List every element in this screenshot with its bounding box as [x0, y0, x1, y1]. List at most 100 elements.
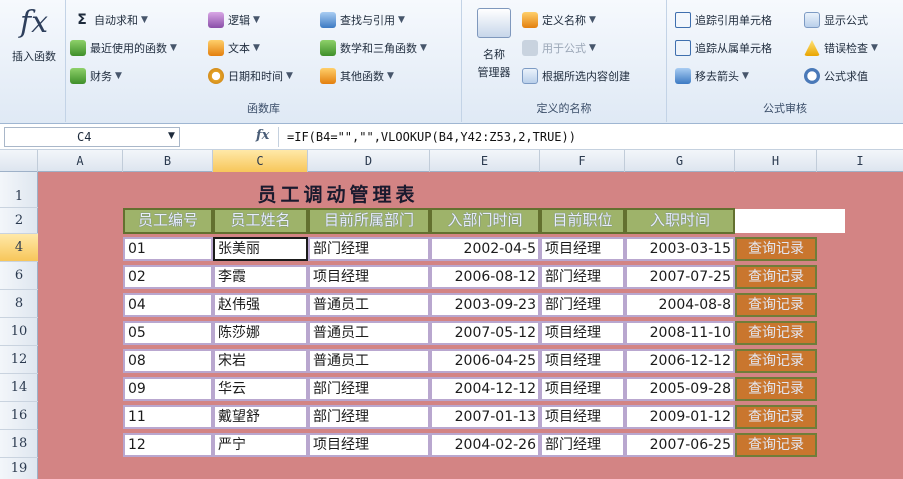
autosum-button[interactable]: Σ 自动求和 ▼ — [74, 12, 148, 28]
cell-current-position[interactable]: 项目经理 — [540, 349, 625, 373]
column-header[interactable]: A — [38, 150, 123, 172]
cell-hire-date[interactable]: 2009-01-12 — [625, 405, 735, 429]
query-record-link[interactable]: 查询记录 — [735, 321, 817, 345]
trace-dependents-button[interactable]: 追踪从属单元格 — [675, 40, 772, 56]
cell-hire-date[interactable]: 2007-06-25 — [625, 433, 735, 457]
more-functions-button[interactable]: 其他函数 ▼ — [320, 68, 394, 84]
cell-current-department[interactable]: 项目经理 — [308, 265, 430, 289]
header-employee-name[interactable]: 员工姓名 — [213, 208, 308, 234]
header-current-department[interactable]: 目前所属部门 — [308, 208, 430, 234]
remove-arrows-button[interactable]: 移去箭头 ▼ — [675, 68, 749, 84]
cell-current-position[interactable]: 部门经理 — [540, 265, 625, 289]
cell-hire-date[interactable]: 2005-09-28 — [625, 377, 735, 401]
column-header[interactable]: D — [308, 150, 430, 172]
recent-functions-button[interactable]: 最近使用的函数 ▼ — [70, 40, 177, 56]
cell-department-join-date[interactable]: 2006-04-25 — [430, 349, 540, 373]
cell-department-join-date[interactable]: 2003-09-23 — [430, 293, 540, 317]
row-header[interactable]: 2 — [0, 208, 38, 234]
cell-department-join-date[interactable]: 2007-01-13 — [430, 405, 540, 429]
cell-current-position[interactable]: 项目经理 — [540, 377, 625, 401]
insert-function-button[interactable]: fx 插入函数 — [6, 6, 62, 64]
financial-button[interactable]: 财务 ▼ — [70, 68, 122, 84]
header-hire-date[interactable]: 入职时间 — [625, 208, 735, 234]
cell-employee-name[interactable]: 严宁 — [213, 433, 308, 457]
row-header-selected[interactable]: 4 — [0, 234, 38, 262]
query-record-link[interactable]: 查询记录 — [735, 293, 817, 317]
column-header[interactable]: I — [817, 150, 903, 172]
query-record-link[interactable]: 查询记录 — [735, 265, 817, 289]
use-in-formula-button[interactable]: 用于公式 ▼ — [522, 40, 596, 56]
row-header[interactable]: 12 — [0, 346, 38, 374]
blank-header-cell[interactable] — [735, 209, 845, 233]
datetime-button[interactable]: 日期和时间 ▼ — [208, 68, 293, 84]
column-header[interactable]: H — [735, 150, 817, 172]
query-record-link[interactable]: 查询记录 — [735, 405, 817, 429]
cell-employee-name[interactable]: 华云 — [213, 377, 308, 401]
row-header[interactable]: 8 — [0, 290, 38, 318]
header-employee-id[interactable]: 员工编号 — [123, 208, 213, 234]
name-manager-button[interactable]: 名称 管理器 — [468, 8, 520, 80]
cell-department-join-date[interactable]: 2002-04-5 — [430, 237, 540, 261]
cell-department-join-date[interactable]: 2004-02-26 — [430, 433, 540, 457]
query-record-link[interactable]: 查询记录 — [735, 433, 817, 457]
show-formulas-button[interactable]: 显示公式 — [804, 12, 868, 28]
row-header[interactable]: 14 — [0, 374, 38, 402]
error-checking-button[interactable]: 错误检查 ▼ — [804, 40, 878, 56]
cell-department-join-date[interactable]: 2007-05-12 — [430, 321, 540, 345]
cell-current-department[interactable]: 普通员工 — [308, 293, 430, 317]
header-current-position[interactable]: 目前职位 — [540, 208, 625, 234]
row-header[interactable]: 18 — [0, 430, 38, 458]
cell-employee-id[interactable]: 09 — [123, 377, 213, 401]
cell-department-join-date[interactable]: 2006-08-12 — [430, 265, 540, 289]
query-record-link[interactable]: 查询记录 — [735, 349, 817, 373]
cell-employee-id[interactable]: 02 — [123, 265, 213, 289]
cell-department-join-date[interactable]: 2004-12-12 — [430, 377, 540, 401]
math-button[interactable]: 数学和三角函数 ▼ — [320, 40, 427, 56]
define-name-button[interactable]: 定义名称 ▼ — [522, 12, 596, 28]
cell-current-department[interactable]: 部门经理 — [308, 237, 430, 261]
cell-current-department[interactable]: 普通员工 — [308, 349, 430, 373]
select-all-corner[interactable] — [0, 150, 38, 172]
cell-employee-name[interactable]: 李霞 — [213, 265, 308, 289]
column-header[interactable]: F — [540, 150, 625, 172]
cell-hire-date[interactable]: 2004-08-8 — [625, 293, 735, 317]
cell-employee-id[interactable]: 04 — [123, 293, 213, 317]
evaluate-formula-button[interactable]: 公式求值 — [804, 68, 868, 84]
cell-current-position[interactable]: 部门经理 — [540, 293, 625, 317]
lookup-button[interactable]: 查找与引用 ▼ — [320, 12, 405, 28]
cell-employee-id[interactable]: 05 — [123, 321, 213, 345]
logical-button[interactable]: 逻辑 ▼ — [208, 12, 260, 28]
row-header[interactable]: 1 — [0, 172, 38, 208]
cell-hire-date[interactable]: 2007-07-25 — [625, 265, 735, 289]
fx-icon[interactable]: fx — [256, 128, 269, 143]
column-header-selected[interactable]: C — [213, 150, 308, 172]
cell-current-position[interactable]: 项目经理 — [540, 405, 625, 429]
cell-employee-id[interactable]: 01 — [123, 237, 213, 261]
column-header[interactable]: B — [123, 150, 213, 172]
cell-current-department[interactable]: 部门经理 — [308, 405, 430, 429]
cell-hire-date[interactable]: 2006-12-12 — [625, 349, 735, 373]
column-header[interactable]: E — [430, 150, 540, 172]
header-department-join-date[interactable]: 入部门时间 — [430, 208, 540, 234]
query-record-link[interactable]: 查询记录 — [735, 377, 817, 401]
cell-current-position[interactable]: 部门经理 — [540, 433, 625, 457]
formula-input[interactable]: =IF(B4="","",VLOOKUP(B4,Y42:Z53,2,TRUE)) — [278, 127, 898, 147]
name-box-dropdown-icon[interactable]: ▼ — [168, 131, 175, 141]
cell-current-position[interactable]: 项目经理 — [540, 237, 625, 261]
query-record-link[interactable]: 查询记录 — [735, 237, 817, 261]
cell-current-position[interactable]: 项目经理 — [540, 321, 625, 345]
cell-hire-date[interactable]: 2003-03-15 — [625, 237, 735, 261]
cell-employee-name[interactable]: 宋岩 — [213, 349, 308, 373]
column-header[interactable]: G — [625, 150, 735, 172]
cell-employee-name[interactable]: 戴望舒 — [213, 405, 308, 429]
name-box[interactable]: C4 — [4, 127, 180, 147]
cell-hire-date[interactable]: 2008-11-10 — [625, 321, 735, 345]
create-from-selection-button[interactable]: 根据所选内容创建 — [522, 68, 630, 84]
trace-precedents-button[interactable]: 追踪引用单元格 — [675, 12, 772, 28]
cell-employee-name[interactable]: 陈莎娜 — [213, 321, 308, 345]
cell-current-department[interactable]: 部门经理 — [308, 377, 430, 401]
cell-employee-id[interactable]: 11 — [123, 405, 213, 429]
active-cell[interactable]: 张美丽 — [213, 237, 308, 261]
cell-current-department[interactable]: 普通员工 — [308, 321, 430, 345]
cell-employee-name[interactable]: 赵伟强 — [213, 293, 308, 317]
